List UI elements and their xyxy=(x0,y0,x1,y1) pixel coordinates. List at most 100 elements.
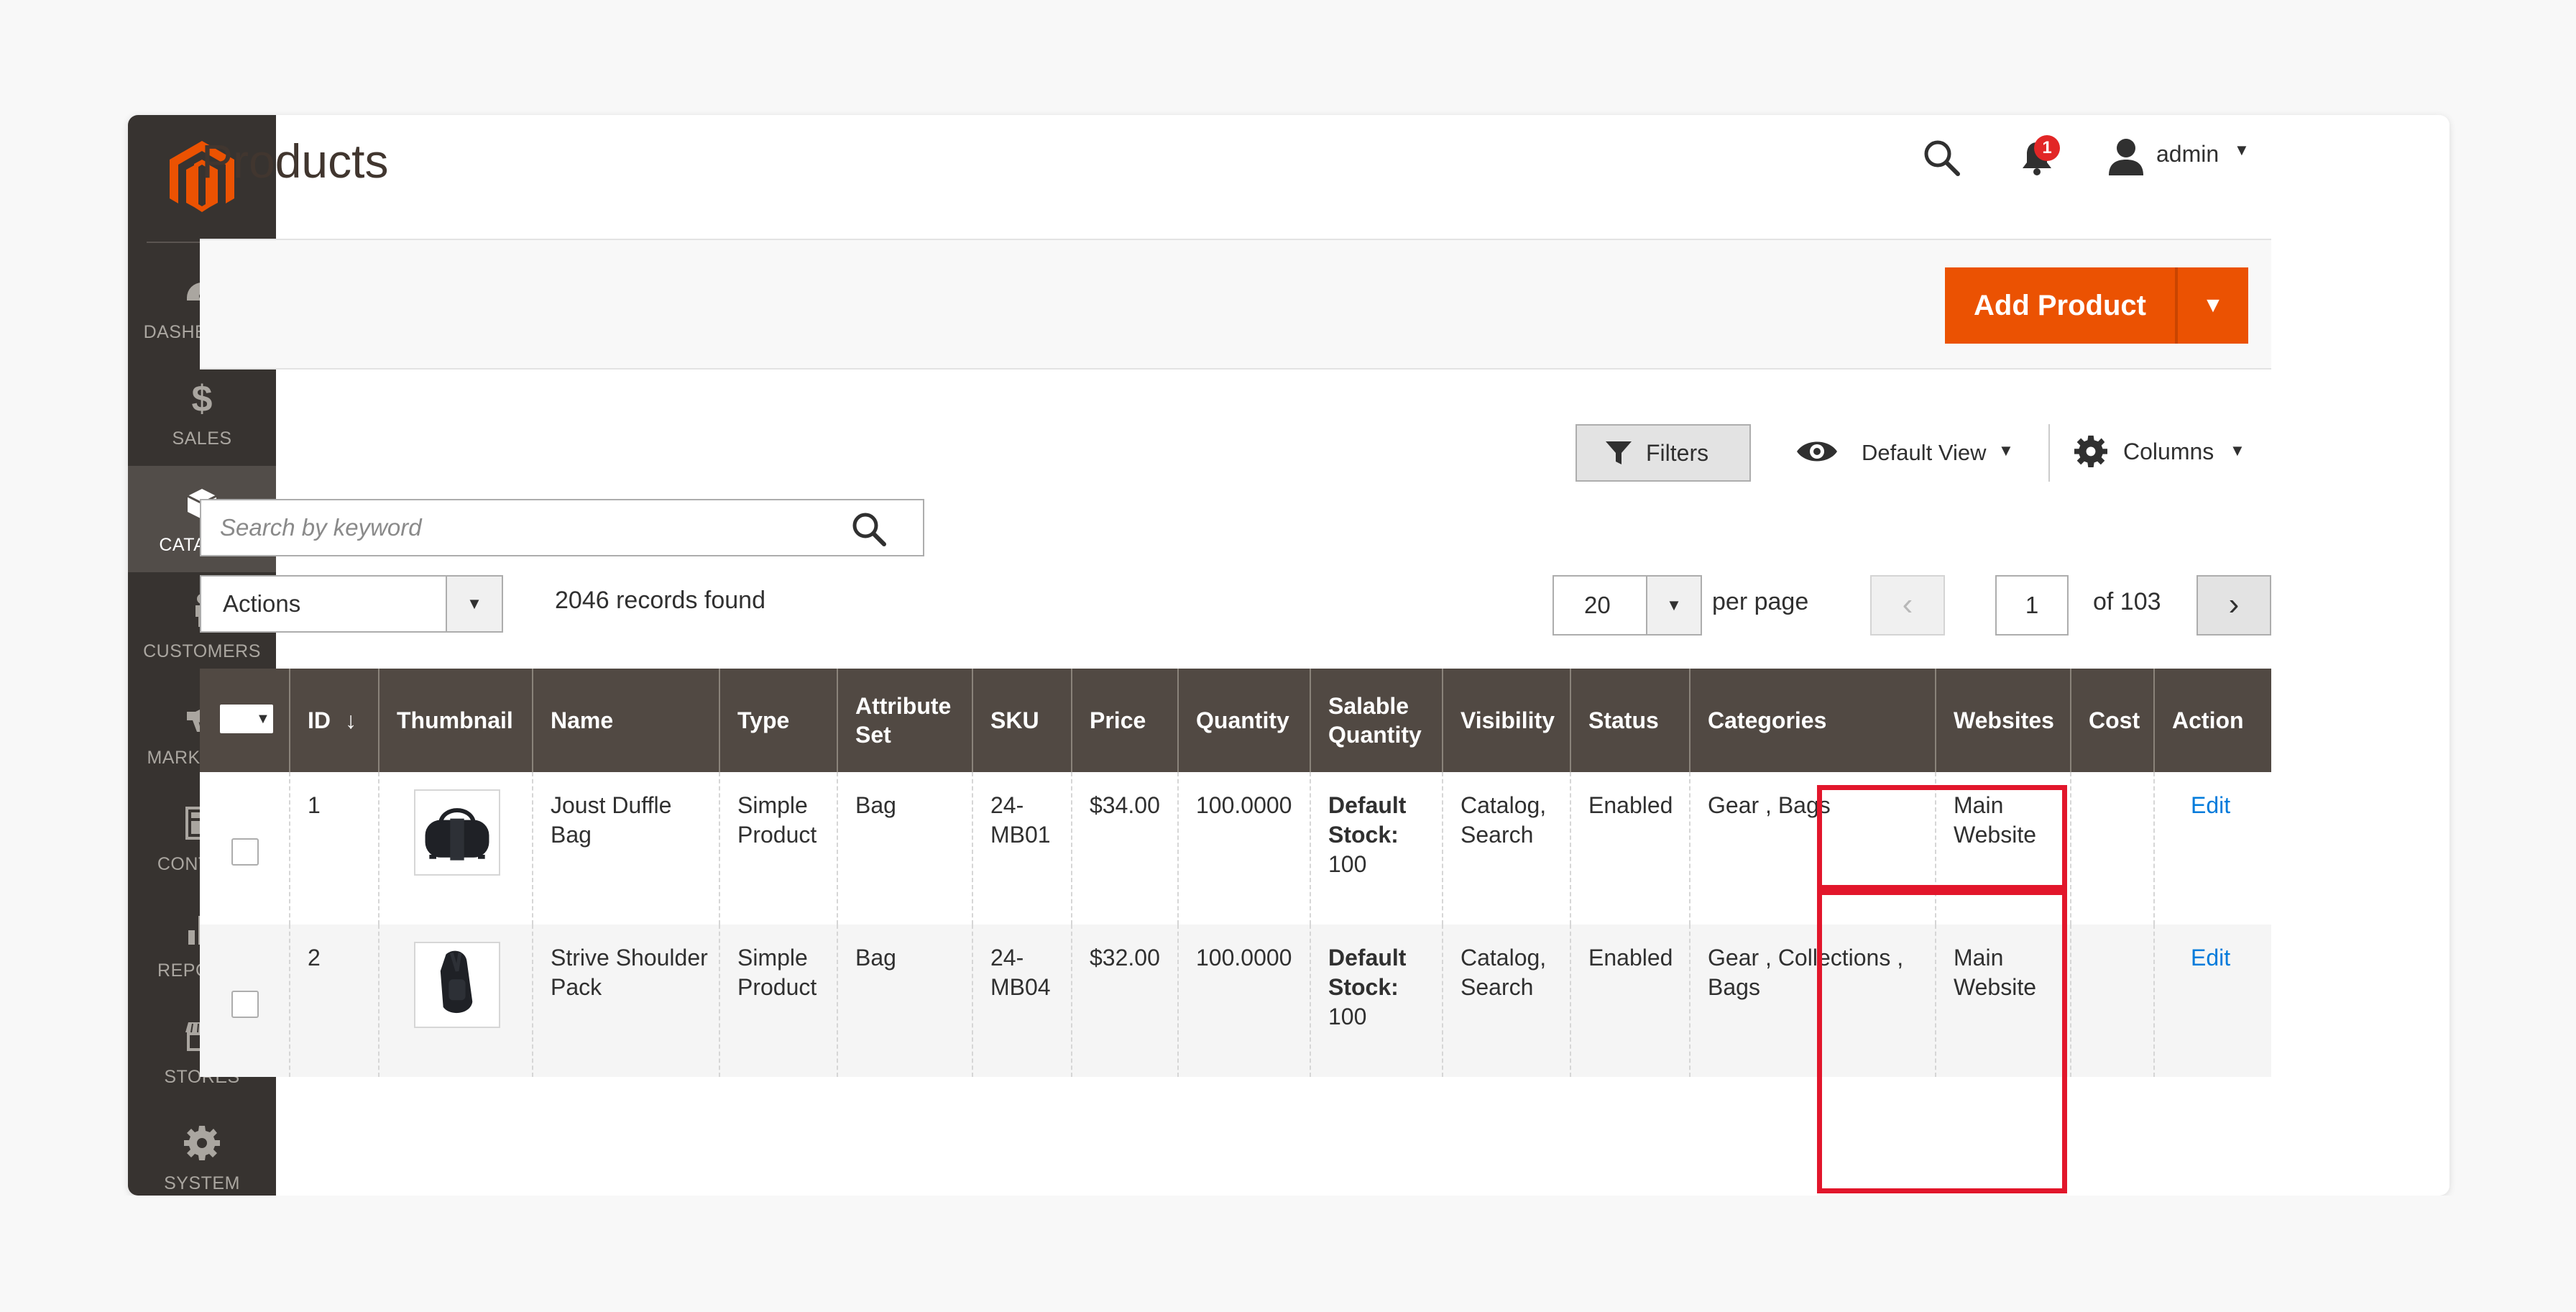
caret-down-icon[interactable]: ▼ xyxy=(1998,441,2014,460)
cell-quantity: 100.0000 xyxy=(1179,925,1311,1077)
search-input[interactable] xyxy=(220,508,852,548)
grid-header: ▼ ID ↓ Thumbnail Name Type Attribute Set… xyxy=(200,669,2271,772)
search-icon[interactable] xyxy=(850,510,890,548)
cell-quantity: 100.0000 xyxy=(1179,772,1311,925)
funnel-icon xyxy=(1606,441,1632,464)
sidebar-item-label: CUSTOMERS xyxy=(143,641,261,661)
search-icon[interactable] xyxy=(1920,137,1964,180)
cell-sku: 24-MB01 xyxy=(973,772,1072,925)
view-switcher-label[interactable]: Default View xyxy=(1862,440,1986,466)
cell-cost xyxy=(2071,772,2155,925)
row-checkbox[interactable] xyxy=(231,991,259,1018)
shoulder-pack-thumbnail[interactable] xyxy=(414,942,500,1028)
column-header-label: Categories xyxy=(1708,707,1827,733)
cell-type: Simple Product xyxy=(720,925,838,1077)
caret-down-icon[interactable]: ▼ xyxy=(256,705,270,733)
user-menu-label[interactable]: admin xyxy=(2156,141,2219,168)
caret-down-icon[interactable]: ▼ xyxy=(2230,441,2245,460)
column-header-type[interactable]: Type xyxy=(720,669,838,772)
row-select-cell xyxy=(200,772,290,925)
column-header-label: Action xyxy=(2172,707,2244,733)
eye-icon[interactable] xyxy=(1795,436,1839,467)
column-header-status[interactable]: Status xyxy=(1571,669,1690,772)
keyword-search xyxy=(200,499,924,556)
per-page-label: per page xyxy=(1712,588,1809,615)
edit-link[interactable]: Edit xyxy=(2191,792,2230,818)
sidebar-item-label: SYSTEM xyxy=(164,1173,240,1193)
categories-column-highlight xyxy=(1817,890,2067,1193)
cell-attribute-set: Bag xyxy=(838,772,973,925)
page-number-input[interactable]: 1 xyxy=(1995,575,2069,636)
column-header-label: Attribute Set xyxy=(855,693,952,748)
column-header-name[interactable]: Name xyxy=(533,669,720,772)
user-icon[interactable] xyxy=(2107,137,2145,177)
gear-icon[interactable] xyxy=(2074,434,2107,467)
cell-id: 2 xyxy=(290,925,380,1077)
column-header-categories[interactable]: Categories xyxy=(1690,669,1936,772)
salable-value: 100 xyxy=(1328,1004,1367,1029)
toolbar-divider xyxy=(2048,424,2050,482)
cell-visibility: Catalog, Search xyxy=(1443,925,1571,1077)
column-header-label: Price xyxy=(1090,707,1146,733)
column-header-quantity[interactable]: Quantity xyxy=(1179,669,1311,772)
sidebar-item-label: SALES xyxy=(172,428,232,449)
add-product-button[interactable]: Add Product xyxy=(1945,267,2175,344)
next-page-button[interactable]: › xyxy=(2196,575,2271,636)
column-header-salable-quantity[interactable]: Salable Quantity xyxy=(1311,669,1443,772)
column-header-label: Cost xyxy=(2089,707,2140,733)
svg-text:$: $ xyxy=(192,380,213,416)
cell-name: Joust Duffle Bag xyxy=(533,772,720,925)
column-header-label: Status xyxy=(1588,707,1659,733)
column-header-attribute-set[interactable]: Attribute Set xyxy=(838,669,973,772)
cell-name: Strive Shoulder Pack xyxy=(533,925,720,1077)
cell-type: Simple Product xyxy=(720,772,838,925)
column-header-visibility[interactable]: Visibility xyxy=(1443,669,1571,772)
cell-attribute-set: Bag xyxy=(838,925,973,1077)
cell-status: Enabled xyxy=(1571,925,1690,1077)
row-checkbox[interactable] xyxy=(231,838,259,866)
column-header-label: ID xyxy=(308,707,331,733)
column-header-label: Quantity xyxy=(1196,707,1289,733)
column-header-label: Name xyxy=(551,707,614,733)
cell-price: $34.00 xyxy=(1072,772,1179,925)
salable-value: 100 xyxy=(1328,851,1367,877)
column-header-price[interactable]: Price xyxy=(1072,669,1179,772)
cell-action: Edit xyxy=(2155,772,2271,925)
sidebar-item-system[interactable]: SYSTEM xyxy=(128,1104,276,1196)
categories-header-highlight xyxy=(1817,785,2067,890)
cell-action: Edit xyxy=(2155,925,2271,1077)
column-header-label: Salable Quantity xyxy=(1328,693,1422,748)
column-header-label: SKU xyxy=(990,707,1039,733)
row-select-cell xyxy=(200,925,290,1077)
edit-link[interactable]: Edit xyxy=(2191,945,2230,971)
add-product-dropdown-button[interactable]: ▼ xyxy=(2178,267,2248,344)
caret-down-icon[interactable]: ▼ xyxy=(2234,141,2250,160)
duffle-bag-thumbnail[interactable] xyxy=(414,789,500,876)
column-header-label: Type xyxy=(737,707,790,733)
cell-thumbnail xyxy=(380,925,533,1077)
column-header-cost[interactable]: Cost xyxy=(2071,669,2155,772)
dollar-icon: $ xyxy=(192,380,213,416)
cell-visibility: Catalog, Search xyxy=(1443,772,1571,925)
column-header-sku[interactable]: SKU xyxy=(973,669,1072,772)
cell-salable-quantity: Default Stock: 100 xyxy=(1311,925,1443,1077)
sidebar-item-sales[interactable]: $ SALES xyxy=(128,359,276,466)
column-header-select[interactable]: ▼ xyxy=(200,669,290,772)
page-title: Products xyxy=(201,134,389,188)
caret-down-icon[interactable]: ▼ xyxy=(446,575,503,633)
column-header-action[interactable]: Action xyxy=(2155,669,2271,772)
filters-button[interactable]: Filters xyxy=(1576,424,1751,482)
cell-salable-quantity: Default Stock: 100 xyxy=(1311,772,1443,925)
columns-menu-label[interactable]: Columns xyxy=(2123,439,2214,465)
cell-cost xyxy=(2071,925,2155,1077)
column-header-label: Visibility xyxy=(1460,707,1555,733)
page-total: of 103 xyxy=(2093,588,2161,615)
column-header-thumbnail[interactable]: Thumbnail xyxy=(380,669,533,772)
cell-sku: 24-MB04 xyxy=(973,925,1072,1077)
cell-id: 1 xyxy=(290,772,380,925)
caret-down-icon[interactable]: ▼ xyxy=(1646,575,1702,636)
column-header-id[interactable]: ID ↓ xyxy=(290,669,380,772)
previous-page-button[interactable]: ‹ xyxy=(1870,575,1945,636)
cell-thumbnail xyxy=(380,772,533,925)
column-header-websites[interactable]: Websites xyxy=(1936,669,2071,772)
